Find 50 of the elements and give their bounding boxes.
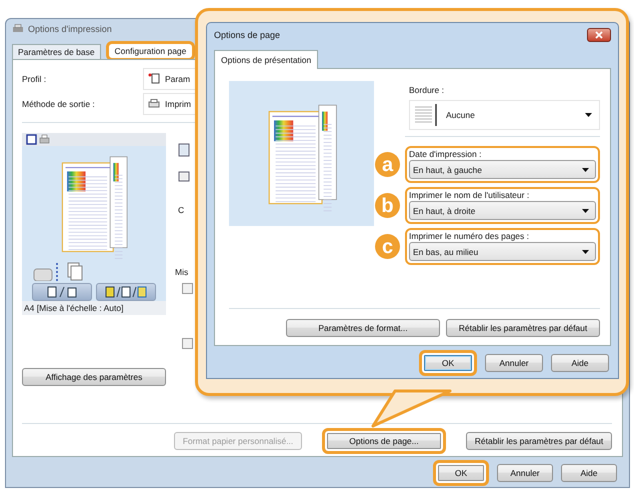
checkbox[interactable] [182, 338, 193, 349]
page-lines-icon [412, 103, 438, 127]
callout-marker: b [375, 193, 400, 218]
caret-icon [585, 113, 592, 117]
button[interactable]: Aide [551, 354, 609, 372]
page-view-icon[interactable] [26, 134, 37, 145]
color-pages-icon [103, 286, 149, 298]
button[interactable]: Aide [561, 464, 617, 482]
button[interactable]: OK [419, 350, 477, 376]
caret-icon [582, 168, 589, 172]
option-label: Date d'impression : [409, 149, 482, 159]
caret-icon [582, 250, 589, 254]
tab[interactable]: Paramètres de base [12, 44, 101, 59]
button[interactable]: Annuler [485, 354, 543, 372]
printer-view-icon[interactable] [39, 134, 50, 145]
printer-icon [148, 98, 160, 108]
callout-marker: a [375, 152, 400, 177]
color-view-button[interactable] [96, 283, 156, 302]
field-label: Profil : [22, 74, 48, 84]
tab[interactable]: Options de présentation [214, 50, 318, 69]
document-icon [148, 73, 160, 84]
field-label: Méthode de sortie : [22, 98, 96, 108]
checkbox[interactable] [182, 283, 193, 294]
option-label: Imprimer le nom de l'utilisateur : [409, 190, 530, 200]
printer-icon [12, 24, 24, 34]
partial-label: Mis [175, 267, 190, 277]
dropdown[interactable]: En haut, à droite [409, 201, 596, 220]
layout-icon [178, 143, 190, 157]
paper-size-caption: A4 [Mise à l'échelle : Auto] [22, 301, 166, 315]
layout-view-button[interactable] [32, 283, 92, 302]
window-title: Options d'impression [28, 24, 112, 34]
border-label: Bordure : [409, 85, 445, 95]
partial-label: C [178, 205, 186, 215]
dropdown[interactable]: En bas, au milieu [409, 242, 596, 261]
button[interactable]: Annuler [497, 464, 553, 482]
close-button[interactable] [587, 28, 611, 42]
border-dropdown[interactable]: Aucune [409, 100, 600, 130]
button[interactable]: Rétablir les paramètres par défaut [446, 319, 600, 337]
caret-icon [582, 208, 589, 212]
button[interactable]: Rétablir les paramètres par défaut [466, 432, 612, 450]
button[interactable]: Options de page... [322, 428, 446, 454]
window-title: Options de page [214, 30, 280, 40]
close-icon [595, 31, 603, 39]
dropdown[interactable]: En haut, à gauche [409, 160, 596, 179]
button[interactable]: OK [433, 460, 489, 486]
tab[interactable]: Configuration page [106, 41, 196, 61]
view-settings-button[interactable]: Affichage des paramètres [22, 368, 166, 386]
callout-marker: c [375, 234, 400, 259]
button[interactable]: Paramètres de format... [286, 319, 440, 337]
option-label: Imprimer le numéro des pages : [409, 231, 530, 241]
